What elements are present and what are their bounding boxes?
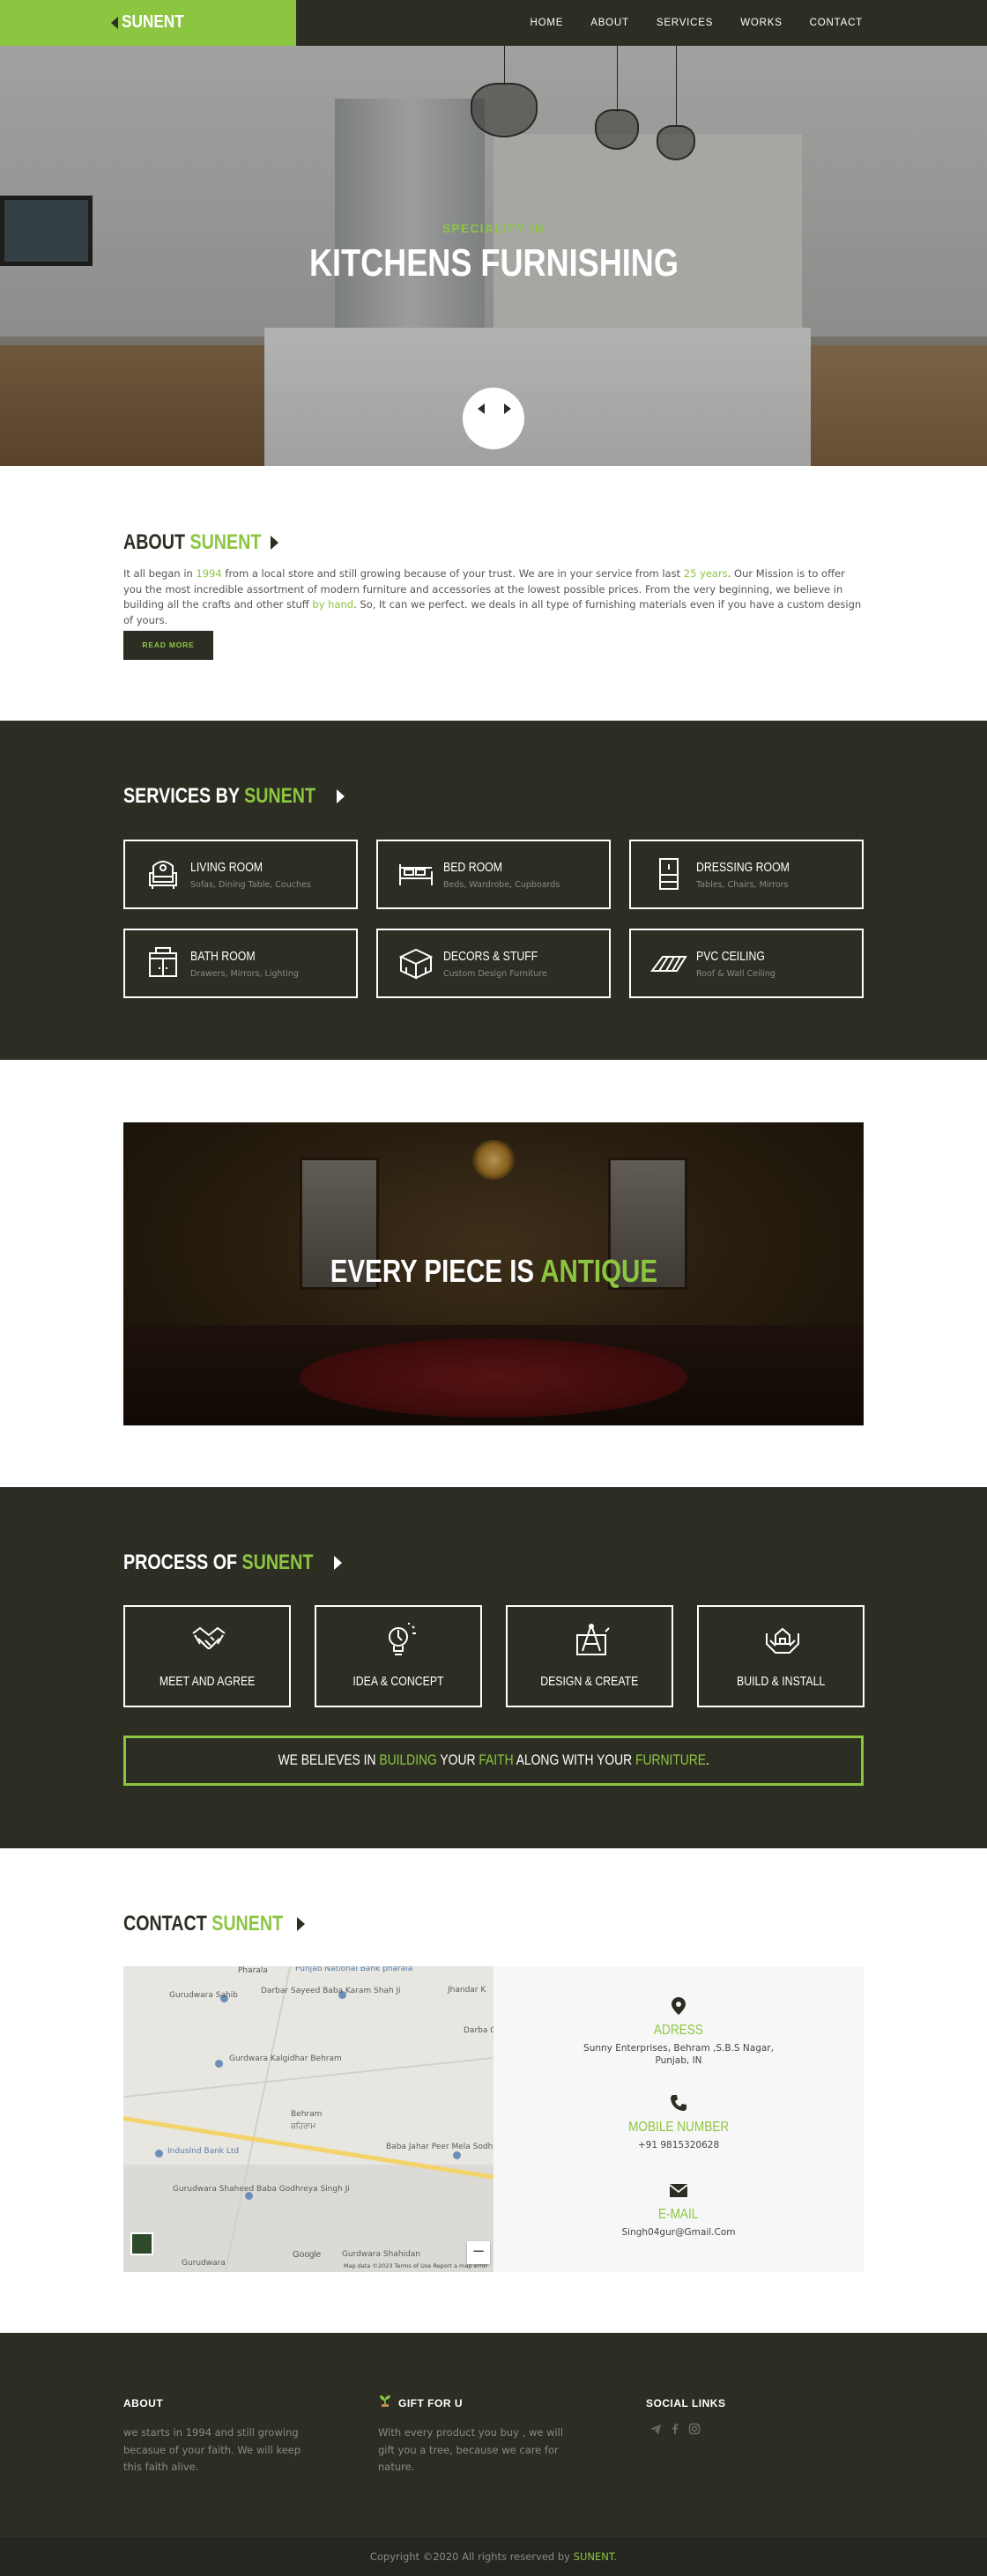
process-card-build[interactable]: BUILD & INSTALL xyxy=(697,1605,865,1707)
map-label: Gurdwara Kalgidhar Behram xyxy=(229,2054,342,2063)
nav-works[interactable]: WORKS xyxy=(740,18,782,28)
map-label: Gurdwara Shahidan xyxy=(342,2250,420,2259)
service-card-decors-stuff[interactable]: DECORS & STUFF Custom Design Furniture xyxy=(376,929,611,998)
service-card-bath-room[interactable]: BATH ROOM Drawers, Mirrors, Lighting xyxy=(123,929,358,998)
about-heading: ABOUT SUNENT xyxy=(123,530,278,555)
map-label: Gurudwara Shaheed Baba Godhreya Singh Ji xyxy=(173,2185,350,2194)
lightbulb-icon xyxy=(389,1623,416,1655)
logo-arrow-icon xyxy=(111,17,118,29)
copyright-bar: Copyright ©2020 All rights reserved by S… xyxy=(0,2537,987,2576)
process-card-meet[interactable]: MEET AND AGREE xyxy=(123,1605,291,1707)
map-pin-icon[interactable] xyxy=(453,2151,461,2159)
chest-icon xyxy=(398,948,434,980)
service-card-living-room[interactable]: LIVING ROOM Sofas, Dining Table, Couches xyxy=(123,840,358,909)
map-pin-icon[interactable] xyxy=(215,2060,223,2068)
footer-social-title: SOCIAL LINKS xyxy=(646,2397,726,2409)
phone-icon xyxy=(671,2095,686,2111)
brand-name: SUNENT xyxy=(122,12,184,32)
antique-banner: EVERY PIECE IS ANTIQUE xyxy=(123,1122,864,1425)
map-label: ਬਹਿਰਾਮ xyxy=(291,2122,316,2131)
map-pin-icon[interactable] xyxy=(155,2150,163,2158)
map-label: Baba Jahar Peer Mela Sodhian xyxy=(386,2143,494,2151)
process-card-idea[interactable]: IDEA & CONCEPT xyxy=(315,1605,482,1707)
heading-arrow-icon xyxy=(336,789,345,803)
slider-prev-icon[interactable] xyxy=(478,403,485,414)
service-card-dressing-room[interactable]: DRESSING ROOM Tables, Chairs, Mirrors xyxy=(629,840,864,909)
antique-text: EVERY PIECE IS ANTIQUE xyxy=(330,1253,657,1289)
contact-heading: CONTACT SUNENT xyxy=(123,1912,305,1936)
nav-about[interactable]: ABOUT xyxy=(590,18,629,28)
map-label: Jhandar K xyxy=(448,1986,486,1995)
map-zoom-out-button[interactable]: − xyxy=(467,2241,490,2264)
phone-block: MOBILE NUMBER +91 9815320628 xyxy=(494,2093,864,2151)
main-menu: HOME ABOUT SERVICES WORKS CONTACT xyxy=(503,0,863,46)
footer-about-text: we starts in 1994 and still growing beca… xyxy=(123,2426,301,2473)
wardrobe-icon xyxy=(659,858,679,890)
plant-icon xyxy=(380,2395,390,2407)
nav-contact[interactable]: CONTACT xyxy=(810,18,863,28)
slider-controls xyxy=(463,388,524,449)
ceiling-icon xyxy=(650,956,687,972)
brand-logo[interactable]: SUNENT xyxy=(0,0,296,46)
nav-services[interactable]: SERVICES xyxy=(657,18,713,28)
services-heading: SERVICES BY SUNENT xyxy=(123,784,345,809)
service-card-pvc-ceiling[interactable]: PVC CEILING Roof & Wall Ceiling xyxy=(629,929,864,998)
map-label: Darbar Sayeed Baba Karam Shah Ji xyxy=(261,1987,401,1995)
google-map[interactable]: Pharala Punjab National Bank pharala Gur… xyxy=(123,1966,494,2272)
hands-house-icon xyxy=(766,1627,799,1654)
map-label: Pharala xyxy=(238,1966,268,1975)
handshake-icon xyxy=(192,1626,226,1649)
map-label: Darba Celebra xyxy=(464,2026,494,2035)
process-heading: PROCESS OF SUNENT xyxy=(123,1551,342,1575)
hero-subtitle: SPECIALITY IN xyxy=(442,222,545,235)
google-logo: Google xyxy=(293,2250,322,2260)
heading-arrow-icon xyxy=(296,1917,305,1931)
sofa-icon xyxy=(149,861,177,889)
map-satellite-toggle[interactable] xyxy=(130,2232,153,2255)
facebook-icon[interactable] xyxy=(669,2423,681,2435)
bed-icon xyxy=(399,864,433,885)
nav-home[interactable]: HOME xyxy=(531,18,564,28)
address-block: ADRESS Sunny Enterprises, Behram ,S.B.S … xyxy=(494,1996,864,2067)
email-block: E-MAIL Singh04gur@Gmail.Com xyxy=(494,2180,864,2239)
heading-arrow-icon xyxy=(333,1556,342,1570)
hero-title: KITCHENS FURNISHING xyxy=(308,241,679,285)
cabinet-icon xyxy=(149,947,177,977)
belief-banner: WE BELIEVES IN BUILDING YOUR FAITH ALONG… xyxy=(123,1736,864,1786)
blueprint-icon xyxy=(576,1624,610,1655)
footer-gift-text: With every product you buy , we will gif… xyxy=(378,2426,564,2473)
map-label: Behram xyxy=(291,2110,323,2119)
map-label: Punjab National Bank pharala xyxy=(295,1966,413,1973)
telegram-icon[interactable] xyxy=(649,2423,662,2435)
copyright-brand-link[interactable]: SUNENT xyxy=(574,2550,614,2563)
map-label: IndusInd Bank Ltd xyxy=(167,2147,240,2156)
service-card-bed-room[interactable]: BED ROOM Beds, Wardrobe, Cupboards xyxy=(376,840,611,909)
about-text: It all began in 1994 from a local store … xyxy=(123,567,862,626)
footer-about-title: ABOUT xyxy=(123,2397,164,2409)
footer-gift-title: GIFT FOR U xyxy=(398,2397,463,2409)
top-navbar: SUNENT HOME ABOUT SERVICES WORKS CONTACT xyxy=(0,0,987,46)
contact-info-panel: ADRESS Sunny Enterprises, Behram ,S.B.S … xyxy=(494,1966,864,2272)
slider-next-icon[interactable] xyxy=(504,403,511,414)
map-label: Gurudwara xyxy=(182,2259,226,2268)
map-attribution: Map data ©2023 Terms of Use Report a map… xyxy=(344,2262,488,2269)
map-label: Gurudwara Sahib xyxy=(169,1991,238,2000)
heading-arrow-icon xyxy=(270,536,278,550)
process-card-design[interactable]: DESIGN & CREATE xyxy=(506,1605,673,1707)
read-more-button[interactable]: READ MORE xyxy=(123,631,213,660)
instagram-icon[interactable] xyxy=(688,2423,701,2435)
envelope-icon xyxy=(669,2184,688,2197)
location-pin-icon xyxy=(672,1997,686,2015)
